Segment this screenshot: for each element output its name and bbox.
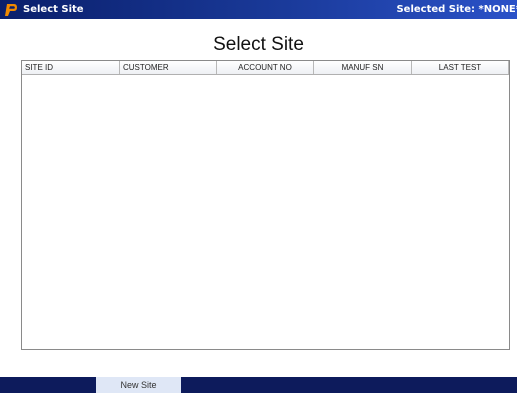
bottom-toolbar: New Site <box>0 377 517 393</box>
column-header-last-test[interactable]: LAST TEST <box>412 61 509 74</box>
new-site-button[interactable]: New Site <box>96 377 181 393</box>
selected-site-indicator: Selected Site: *NONE* <box>396 4 517 15</box>
site-table[interactable]: SITE ID CUSTOMER ACCOUNT NO MANUF SN LAS… <box>21 60 510 350</box>
app-logo-icon <box>3 2 19 18</box>
page-title: Select Site <box>213 34 304 55</box>
column-header-manuf-sn[interactable]: MANUF SN <box>314 61 412 74</box>
table-header-row: SITE ID CUSTOMER ACCOUNT NO MANUF SN LAS… <box>22 61 509 75</box>
window-title: Select Site <box>23 4 84 15</box>
column-header-customer[interactable]: CUSTOMER <box>120 61 217 74</box>
column-header-account-no[interactable]: ACCOUNT NO <box>217 61 314 74</box>
column-header-site-id[interactable]: SITE ID <box>22 61 120 74</box>
window-titlebar: Select Site Selected Site: *NONE* <box>0 0 517 19</box>
